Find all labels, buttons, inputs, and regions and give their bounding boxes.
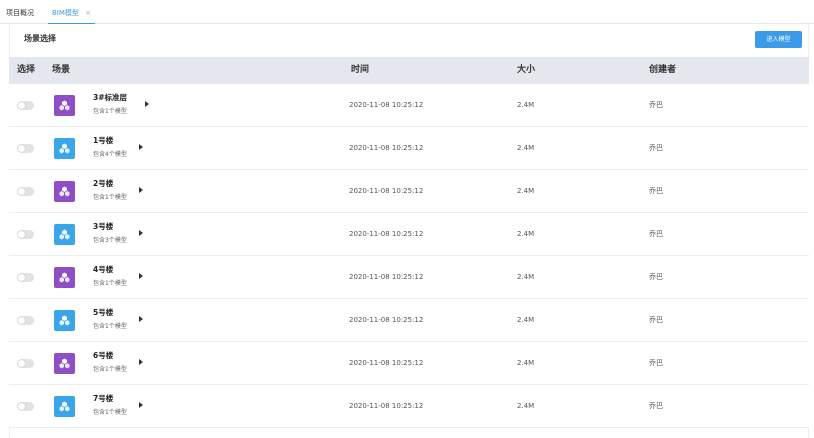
scene-name: 4号楼 bbox=[93, 265, 114, 274]
table-row[interactable]: 6号楼包含1个模型 2020-11-08 10:25:12 2.4M 乔巴 bbox=[9, 342, 809, 385]
size-cell: 2.4M bbox=[517, 359, 535, 367]
time-cell: 2020-11-08 10:25:12 bbox=[349, 273, 424, 281]
creator-cell: 乔巴 bbox=[649, 402, 663, 410]
scene-model-count: 包含4个模型 bbox=[93, 151, 127, 158]
header-time: 时间 bbox=[351, 65, 370, 75]
caret-right-icon[interactable] bbox=[139, 144, 143, 150]
model-cube-icon bbox=[54, 224, 75, 245]
header-size: 大小 bbox=[517, 65, 536, 75]
table-header: 选择 场景 时间 大小 创建者 bbox=[9, 57, 809, 84]
creator-cell: 乔巴 bbox=[649, 187, 663, 195]
select-toggle[interactable] bbox=[17, 402, 34, 411]
header-select: 选择 bbox=[17, 65, 36, 75]
scene-model-count: 包含1个模型 bbox=[93, 323, 127, 330]
scene-name: 1号楼 bbox=[93, 136, 114, 145]
time-cell: 2020-11-08 10:25:12 bbox=[349, 144, 424, 152]
close-icon[interactable]: × bbox=[85, 9, 91, 17]
model-cube-icon bbox=[54, 310, 75, 331]
scene-name: 6号楼 bbox=[93, 351, 114, 360]
size-cell: 2.4M bbox=[517, 273, 535, 281]
size-cell: 2.4M bbox=[517, 402, 535, 410]
caret-right-icon[interactable] bbox=[145, 101, 149, 107]
tab-project-overview[interactable]: 项目概况 bbox=[6, 0, 34, 24]
table-row[interactable]: 1号楼包含4个模型 2020-11-08 10:25:12 2.4M 乔巴 bbox=[9, 127, 809, 170]
header-creator: 创建者 bbox=[649, 65, 677, 75]
size-cell: 2.4M bbox=[517, 316, 535, 324]
select-toggle[interactable] bbox=[17, 273, 34, 282]
select-toggle[interactable] bbox=[17, 230, 34, 239]
select-toggle[interactable] bbox=[17, 316, 34, 325]
scene-name: 2号楼 bbox=[93, 179, 114, 188]
scene-name: 7号楼 bbox=[93, 394, 114, 403]
caret-right-icon[interactable] bbox=[139, 359, 143, 365]
creator-cell: 乔巴 bbox=[649, 230, 663, 238]
select-toggle[interactable] bbox=[17, 359, 34, 368]
creator-cell: 乔巴 bbox=[649, 359, 663, 367]
tab-bim-model[interactable]: BIM模型 × bbox=[48, 0, 96, 25]
table-row[interactable]: 7号楼包含1个模型 2020-11-08 10:25:12 2.4M 乔巴 bbox=[9, 385, 809, 428]
creator-cell: 乔巴 bbox=[649, 316, 663, 324]
caret-right-icon[interactable] bbox=[139, 273, 143, 279]
table-row[interactable]: 2号楼包含1个模型 2020-11-08 10:25:12 2.4M 乔巴 bbox=[9, 170, 809, 213]
caret-right-icon[interactable] bbox=[139, 187, 143, 193]
scene-model-count: 包含1个模型 bbox=[93, 280, 127, 287]
time-cell: 2020-11-08 10:25:12 bbox=[349, 187, 424, 195]
caret-right-icon[interactable] bbox=[139, 316, 143, 322]
scene-name: 5号楼 bbox=[93, 308, 114, 317]
select-toggle[interactable] bbox=[17, 144, 34, 153]
model-cube-icon bbox=[54, 353, 75, 374]
select-toggle[interactable] bbox=[17, 187, 34, 196]
creator-cell: 乔巴 bbox=[649, 101, 663, 109]
time-cell: 2020-11-08 10:25:12 bbox=[349, 402, 424, 410]
size-cell: 2.4M bbox=[517, 144, 535, 152]
caret-right-icon[interactable] bbox=[139, 402, 143, 408]
scene-model-count: 包含1个模型 bbox=[93, 194, 127, 201]
size-cell: 2.4M bbox=[517, 101, 535, 109]
table-row[interactable]: 5号楼包含1个模型 2020-11-08 10:25:12 2.4M 乔巴 bbox=[9, 299, 809, 342]
scene-name: 3#标准层 bbox=[93, 93, 128, 102]
scene-model-count: 包含3个模型 bbox=[93, 237, 127, 244]
model-cube-icon bbox=[54, 95, 75, 116]
tab-label: 项目概况 bbox=[6, 9, 34, 17]
time-cell: 2020-11-08 10:25:12 bbox=[349, 359, 424, 367]
tab-bar: 项目概况 BIM模型 × bbox=[0, 0, 814, 25]
enter-model-button[interactable]: 进入模型 bbox=[755, 31, 802, 48]
select-toggle[interactable] bbox=[17, 101, 34, 110]
size-cell: 2.4M bbox=[517, 187, 535, 195]
model-cube-icon bbox=[54, 138, 75, 159]
model-cube-icon bbox=[54, 396, 75, 417]
section-title: 场景选择 bbox=[24, 34, 56, 43]
scene-model-count: 包含1个模型 bbox=[93, 366, 127, 373]
size-cell: 2.4M bbox=[517, 230, 535, 238]
creator-cell: 乔巴 bbox=[649, 273, 663, 281]
table-row[interactable]: 3#标准层包含1个模型 2020-11-08 10:25:12 2.4M 乔巴 bbox=[9, 84, 809, 127]
scene-model-count: 包含1个模型 bbox=[93, 108, 127, 115]
caret-right-icon[interactable] bbox=[139, 230, 143, 236]
time-cell: 2020-11-08 10:25:12 bbox=[349, 316, 424, 324]
scene-name: 3号楼 bbox=[93, 222, 114, 231]
time-cell: 2020-11-08 10:25:12 bbox=[349, 101, 424, 109]
table-row[interactable]: 3号楼包含3个模型 2020-11-08 10:25:12 2.4M 乔巴 bbox=[9, 213, 809, 256]
scene-model-count: 包含1个模型 bbox=[93, 409, 127, 416]
creator-cell: 乔巴 bbox=[649, 144, 663, 152]
tab-label: BIM模型 bbox=[52, 9, 79, 17]
table-row[interactable]: 4号楼包含1个模型 2020-11-08 10:25:12 2.4M 乔巴 bbox=[9, 256, 809, 299]
header-scene: 场景 bbox=[52, 65, 71, 75]
model-cube-icon bbox=[54, 181, 75, 202]
time-cell: 2020-11-08 10:25:12 bbox=[349, 230, 424, 238]
model-cube-icon bbox=[54, 267, 75, 288]
